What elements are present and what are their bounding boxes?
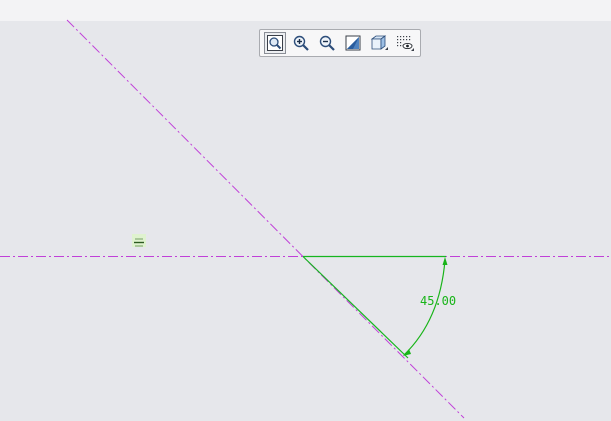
diagonal-sketch-line[interactable] (302, 256, 409, 359)
zoom-out-button[interactable] (316, 32, 338, 54)
zoom-out-icon (319, 35, 335, 51)
display-style-button[interactable] (368, 32, 390, 54)
zoom-in-button[interactable] (290, 32, 312, 54)
sketch-canvas[interactable]: 45.00 (0, 0, 611, 421)
grid-eye-icon (397, 36, 414, 51)
arrowhead-top (442, 257, 448, 265)
graphics-toolbar (259, 29, 421, 57)
cube-shaded-icon (370, 35, 388, 50)
zoom-in-icon (293, 35, 309, 51)
zoom-fit-icon (267, 35, 283, 51)
angle-dimension-label[interactable]: 45.00 (420, 294, 456, 308)
repaint-button[interactable] (342, 32, 364, 54)
refit-button[interactable] (264, 32, 286, 54)
sketcher-display-button[interactable] (394, 32, 416, 54)
horizontal-constraint-icon[interactable] (132, 234, 146, 247)
diagonal-centerline[interactable] (66, 19, 465, 419)
repaint-icon (345, 35, 361, 51)
arrowhead-bottom (403, 349, 411, 356)
